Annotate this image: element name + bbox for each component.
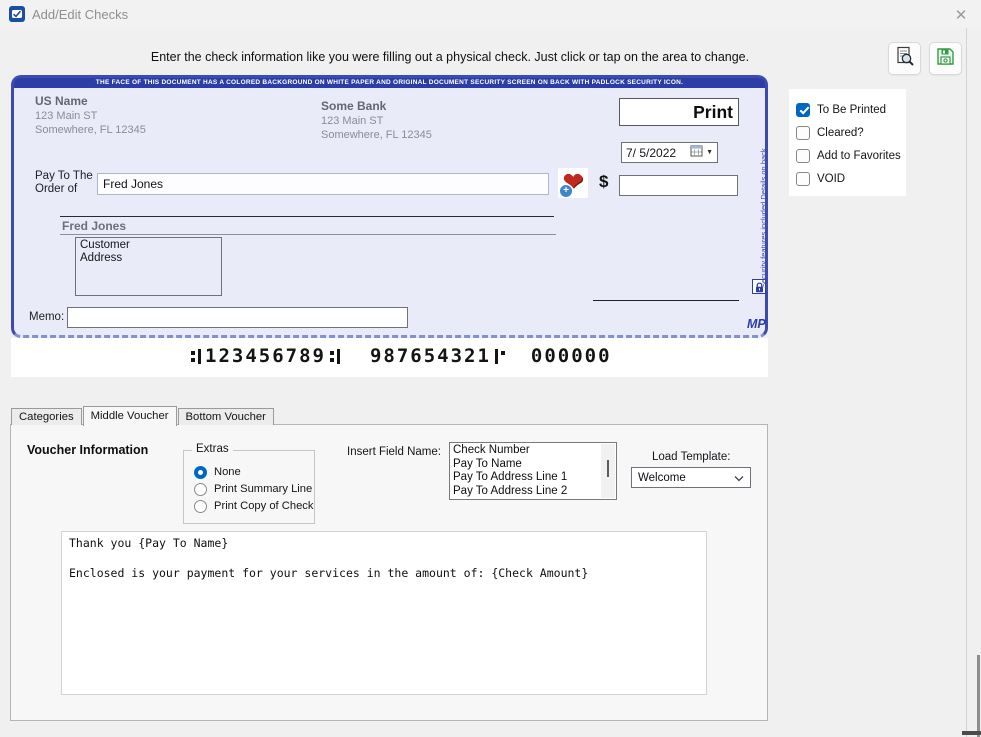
list-item-pay-to-address-2[interactable]: Pay To Address Line 2 xyxy=(453,485,600,499)
extras-groupbox: Extras None Print Summary Line Print Cop… xyxy=(183,450,315,524)
middle-voucher-panel: Voucher Information Extras None Print Su… xyxy=(10,424,768,721)
print-preview-button[interactable] xyxy=(888,42,921,75)
bank-name: Some Bank xyxy=(321,99,432,114)
load-template-label: Load Template: xyxy=(652,451,730,463)
radio-icon xyxy=(194,466,207,479)
voucher-section-title: Voucher Information xyxy=(27,443,148,457)
plus-badge-icon: + xyxy=(559,184,573,198)
bank-address1: 123 Main ST xyxy=(321,114,432,128)
radio-none[interactable]: None xyxy=(194,465,241,479)
template-dropdown[interactable]: Welcome xyxy=(631,467,751,488)
list-item-check-number[interactable]: Check Number xyxy=(453,444,600,458)
window-title: Add/Edit Checks xyxy=(32,7,128,22)
radio-print-copy-of-check[interactable]: Print Copy of Check xyxy=(194,499,314,513)
radio-icon xyxy=(194,500,207,513)
field-name-listbox: Check Number Pay To Name Pay To Address … xyxy=(449,442,617,500)
signature-line xyxy=(593,300,739,301)
chevron-down-icon: ▼ xyxy=(706,149,713,156)
pay-to-label: Pay To The Order of xyxy=(35,170,93,196)
memo-input[interactable] xyxy=(67,307,408,328)
mp-brand-logo: MP xyxy=(747,317,766,331)
security-side-note: Security features included Details on ba… xyxy=(759,148,768,288)
listbox-scrollbar[interactable] xyxy=(601,444,615,498)
close-button[interactable]: ✕ xyxy=(946,2,976,28)
title-bar: Add/Edit Checks ✕ xyxy=(0,0,981,28)
check-number-print-box[interactable]: Print xyxy=(619,98,739,126)
payer-block[interactable]: US Name 123 Main ST Somewhere, FL 12345 xyxy=(35,94,146,137)
extras-legend: Extras xyxy=(192,443,233,455)
list-item-pay-to-address-1[interactable]: Pay To Address Line 1 xyxy=(453,471,600,485)
date-picker[interactable]: 7/ 5/2022 ▼ xyxy=(621,142,718,163)
payee-input[interactable] xyxy=(97,173,549,195)
tab-middle-voucher[interactable]: Middle Voucher xyxy=(83,406,177,426)
favorite-heart-button[interactable]: ❤ + xyxy=(558,168,588,198)
payer-address1: 123 Main ST xyxy=(35,109,146,123)
chevron-down-icon xyxy=(734,469,744,487)
payee-name-display[interactable]: Fred Jones xyxy=(60,219,556,235)
dollar-sign: $ xyxy=(599,172,608,192)
insert-field-label: Insert Field Name: xyxy=(347,446,441,458)
right-edge-divider xyxy=(966,28,967,737)
template-selected-value: Welcome xyxy=(638,472,734,484)
memo-label: Memo: xyxy=(29,311,64,323)
document-magnifier-icon xyxy=(894,46,915,72)
check-app-glyph xyxy=(11,8,23,20)
written-amount-line[interactable] xyxy=(60,216,554,217)
window-edge xyxy=(977,655,980,737)
status-options-panel: To Be Printed Cleared? Add to Favorites … xyxy=(789,89,906,196)
tab-categories[interactable]: Categories xyxy=(11,408,82,425)
micr-transit-icon xyxy=(190,349,202,364)
micr-strip: 123456789 987654321 000000 xyxy=(11,338,768,377)
security-banner: THE FACE OF THIS DOCUMENT HAS A COLORED … xyxy=(14,78,765,88)
checkbox-cleared[interactable]: Cleared? xyxy=(789,125,906,140)
checkbox-icon xyxy=(796,149,810,163)
checkbox-to-be-printed[interactable]: To Be Printed xyxy=(789,102,906,117)
list-item-pay-to-name[interactable]: Pay To Name xyxy=(453,458,600,472)
checkbox-icon xyxy=(796,103,810,117)
micr-routing-number: 123456789 xyxy=(205,345,326,367)
voucher-tabs: Categories Middle Voucher Bottom Voucher xyxy=(11,405,275,425)
calendar-icon xyxy=(690,144,703,162)
bank-address2: Somewhere, FL 12345 xyxy=(321,128,432,142)
checkbox-add-to-favorites[interactable]: Add to Favorites xyxy=(789,148,906,163)
payer-name: US Name xyxy=(35,94,146,109)
micr-check-number: 000000 xyxy=(531,345,612,367)
window-corner xyxy=(962,731,981,735)
micr-onus-icon xyxy=(494,349,506,364)
radio-print-summary-line[interactable]: Print Summary Line xyxy=(194,482,312,496)
amount-input[interactable] xyxy=(619,175,738,196)
radio-icon xyxy=(194,483,207,496)
payer-address2: Somewhere, FL 12345 xyxy=(35,123,146,137)
checkbox-icon xyxy=(796,172,810,186)
instruction-text: Enter the check information like you wer… xyxy=(90,50,810,64)
payee-address-box[interactable]: Customer Address xyxy=(75,237,222,296)
check-preview: THE FACE OF THIS DOCUMENT HAS A COLORED … xyxy=(11,75,768,338)
app-icon xyxy=(9,6,25,22)
bank-block[interactable]: Some Bank 123 Main ST Somewhere, FL 1234… xyxy=(321,99,432,142)
micr-account-number: 987654321 xyxy=(370,345,491,367)
checkbox-void[interactable]: VOID xyxy=(789,171,906,186)
micr-line: 123456789 987654321 000000 xyxy=(187,345,612,367)
save-button[interactable] xyxy=(929,42,962,75)
tab-bottom-voucher[interactable]: Bottom Voucher xyxy=(178,408,274,425)
voucher-message-textarea[interactable]: Thank you {Pay To Name} Enclosed is your… xyxy=(61,531,707,695)
checkbox-icon xyxy=(796,126,810,140)
micr-transit-icon xyxy=(329,349,341,364)
date-value: 7/ 5/2022 xyxy=(626,146,690,160)
scrollbar-thumb[interactable] xyxy=(607,460,609,477)
floppy-disk-icon xyxy=(935,46,956,72)
